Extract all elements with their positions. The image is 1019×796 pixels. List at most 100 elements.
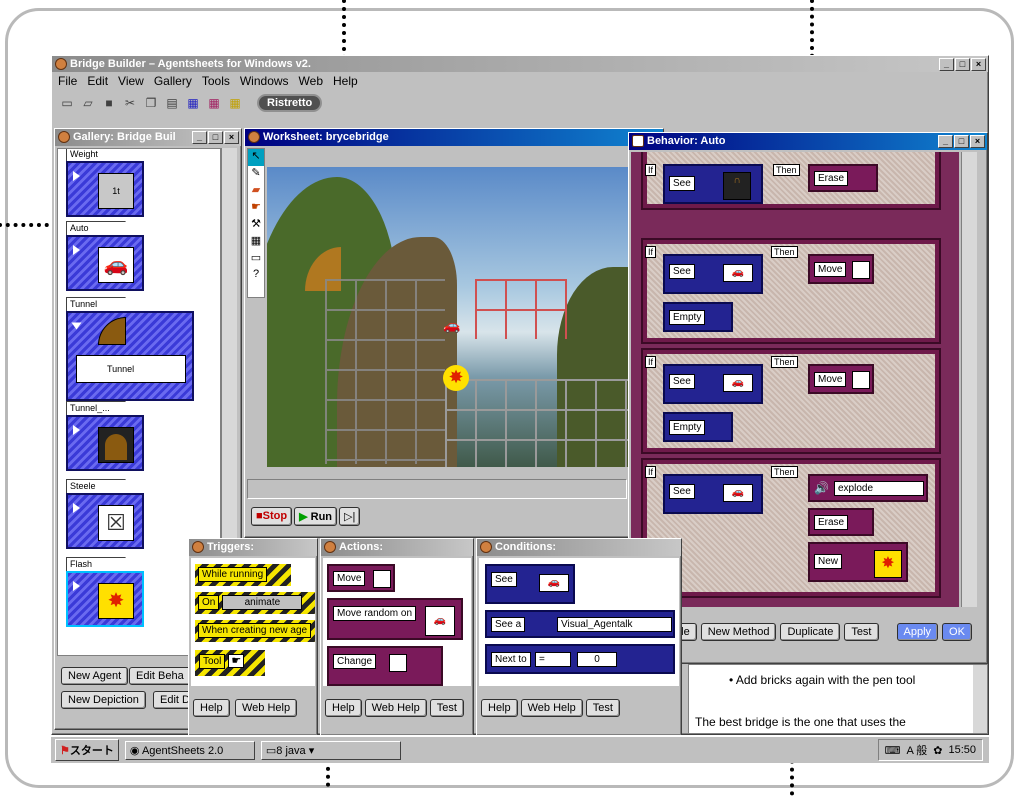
copy-icon[interactable]: ❐ [142,94,160,112]
web-help-button[interactable]: Web Help [520,699,583,717]
close-button[interactable]: × [970,135,985,148]
play-sound-action[interactable]: 🔊 explode [808,474,928,502]
actions-title-bar[interactable]: Actions: [321,539,473,556]
open-icon[interactable]: ▱ [79,94,97,112]
behavior-scrollbar[interactable] [961,152,977,607]
see-condition-template[interactable]: See 🚗 [485,564,575,604]
menu-web[interactable]: Web [299,72,323,91]
start-button[interactable]: ⚑スタート [55,739,119,761]
web-help-button[interactable]: Web Help [235,699,298,717]
gallery-item-weight[interactable]: Weight 1t [66,149,211,217]
maximize-button[interactable]: □ [208,131,223,144]
test-button[interactable]: Test [585,699,620,717]
close-button[interactable]: × [971,58,986,71]
stop-button[interactable]: ■Stop [251,507,293,526]
new-method-button[interactable]: New Method [700,623,777,641]
new-depiction-button[interactable]: New Depiction [61,691,146,709]
maximize-button[interactable]: □ [955,58,970,71]
condition-attribute[interactable]: Visual_Agentalk [557,617,672,632]
help-button[interactable]: Help [325,699,362,717]
minimize-button[interactable]: _ [939,58,954,71]
see-condition[interactable]: See 🚗 [663,364,763,404]
gallery-item-tunnel-arch[interactable]: Tunnel_... [66,401,211,471]
move-random-action-template[interactable]: Move random on 🚗 [327,598,463,640]
menu-windows[interactable]: Windows [240,72,289,91]
rule-2[interactable]: If Then See 🚗 Empty Move → [641,238,941,344]
cut-icon[interactable]: ✂ [121,94,139,112]
menu-file[interactable]: File [58,72,77,91]
gallery-item-auto[interactable]: Auto 🚗 [66,221,211,291]
taskbar-app-agentsheets[interactable]: ◉ AgentSheets 2.0 [124,740,255,760]
tool-trigger[interactable]: Tool ☛ [195,650,265,676]
new-agent-button[interactable]: New Agent [61,667,129,685]
trigger-message[interactable]: animate [222,595,303,610]
maximize-button[interactable]: □ [954,135,969,148]
next-to-condition-template[interactable]: Next to = 0 [485,644,675,674]
empty-condition[interactable]: Empty [663,302,733,332]
see-condition[interactable]: See 🚗 [663,474,763,514]
test-button[interactable]: Test [429,699,464,717]
when-creating-trigger[interactable]: When creating new age [195,620,315,642]
help-button[interactable]: Help [481,699,518,717]
help-button[interactable]: Help [193,699,230,717]
while-running-trigger[interactable]: While running [195,564,291,586]
rule-1[interactable]: If Then See ∩ Erase [641,152,941,210]
on-trigger[interactable]: On animate [195,592,315,614]
taskbar-app-java[interactable]: ▭8 java ▾ [260,740,401,760]
menu-view[interactable]: View [118,72,144,91]
operator-select[interactable]: = [535,652,571,667]
menu-tools[interactable]: Tools [202,72,230,91]
rectangle-icon[interactable]: ▭ [248,251,264,268]
apply-button[interactable]: Apply [896,623,939,641]
minimize-button[interactable]: _ [192,131,207,144]
move-action[interactable]: Move → [808,254,874,284]
step-button[interactable]: ▷| [339,507,361,526]
menu-gallery[interactable]: Gallery [154,72,192,91]
see-condition[interactable]: See ∩ [663,164,763,204]
keyboard-icon[interactable]: ⌨ [885,744,901,757]
close-button[interactable]: × [224,131,239,144]
hammer-icon[interactable]: ⚒ [248,217,264,234]
duplicate-button[interactable]: Duplicate [780,623,841,641]
grid-icon[interactable]: ▦ [248,234,264,251]
conditions-title-bar[interactable]: Conditions: [477,539,681,556]
ristretto-button[interactable]: Ristretto [257,94,323,112]
save-icon[interactable]: ■ [100,94,118,112]
rule-3[interactable]: If Then See 🚗 Empty Move ↓ [641,348,941,454]
gallery-item-tunnel[interactable]: Tunnel Tunnel [66,297,211,401]
move-action-template[interactable]: Move → [327,564,395,592]
worksheet-canvas[interactable]: 🚗 ✸ [267,167,663,467]
tunnel-depiction[interactable]: Tunnel [76,355,186,383]
web-help-button[interactable]: Web Help [364,699,427,717]
gallery-icon[interactable]: ▦ [184,94,202,112]
worksheet-title-bar[interactable]: Worksheet: brycebridge [245,129,663,146]
triggers-title-bar[interactable]: Triggers: [189,539,317,556]
tray-app-icon[interactable]: ✿ [933,744,942,757]
count-field[interactable]: 0 [577,652,617,667]
arrow-icon[interactable]: ↖ [248,149,264,166]
ok-button[interactable]: OK [942,623,972,641]
move-action[interactable]: Move ↓ [808,364,874,394]
paste-icon[interactable]: ▤ [163,94,181,112]
sound-name[interactable]: explode [834,481,924,496]
behavior-icon[interactable]: ▦ [226,94,244,112]
run-button[interactable]: ▶ Run [294,507,338,526]
empty-condition[interactable]: Empty [663,412,733,442]
ime-status[interactable]: A 般 [906,742,927,758]
erase-action[interactable]: Erase [808,508,874,536]
menu-edit[interactable]: Edit [87,72,108,91]
help-scrollbar[interactable] [973,665,987,733]
rule-4[interactable]: If Then See 🚗 🔊 explode Erase New ✸ [641,458,941,598]
eraser-icon[interactable]: ▰ [248,183,264,200]
help-query-icon[interactable]: ? [248,268,264,285]
main-title-bar[interactable]: Bridge Builder – Agentsheets for Windows… [52,56,988,72]
test-button[interactable]: Test [844,623,879,641]
see-condition[interactable]: See 🚗 [663,254,763,294]
menu-help[interactable]: Help [333,72,358,91]
erase-action[interactable]: Erase [808,164,878,192]
gallery-title-bar[interactable]: Gallery: Bridge Buil _ □ × [55,129,241,146]
new-icon[interactable]: ▭ [58,94,76,112]
minimize-button[interactable]: _ [938,135,953,148]
new-action[interactable]: New ✸ [808,542,908,582]
hand-icon[interactable]: ☛ [248,200,264,217]
